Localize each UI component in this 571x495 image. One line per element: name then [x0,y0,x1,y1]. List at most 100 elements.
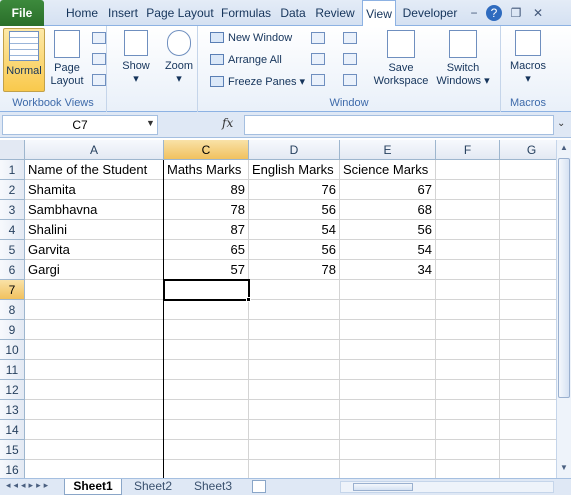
cell-e8[interactable] [340,300,436,320]
cell-g12[interactable] [500,380,556,400]
row-header-10[interactable]: 10 [0,340,25,360]
cell-d13[interactable] [249,400,340,420]
cell-f16[interactable] [436,460,500,478]
cell-c3[interactable]: 78 [164,200,249,220]
cell-g1[interactable] [500,160,556,180]
cell-a12[interactable] [25,380,164,400]
row-header-3[interactable]: 3 [0,200,25,220]
view-side-by-side-icon[interactable] [343,32,357,44]
cell-d11[interactable] [249,360,340,380]
cell-f9[interactable] [436,320,500,340]
cell-c9[interactable] [164,320,249,340]
cell-e14[interactable] [340,420,436,440]
full-screen-icon[interactable] [92,74,106,86]
cell-d12[interactable] [249,380,340,400]
row-header-15[interactable]: 15 [0,440,25,460]
unhide-icon[interactable] [311,74,325,86]
row-header-6[interactable]: 6 [0,260,25,280]
cell-g7[interactable] [500,280,556,300]
new-window-button[interactable]: New Window [210,29,292,47]
cell-g5[interactable] [500,240,556,260]
row-header-7[interactable]: 7 [0,280,25,300]
cell-c11[interactable] [164,360,249,380]
cell-c6[interactable]: 57 [164,260,249,280]
cell-d2[interactable]: 76 [249,180,340,200]
cell-g2[interactable] [500,180,556,200]
cell-d8[interactable] [249,300,340,320]
scroll-up-icon[interactable]: ▲ [558,142,570,154]
cell-d5[interactable]: 56 [249,240,340,260]
synchronous-scrolling-icon[interactable] [343,53,357,65]
row-header-13[interactable]: 13 [0,400,25,420]
cell-a6[interactable]: Gargi [25,260,164,280]
cell-e11[interactable] [340,360,436,380]
cell-g8[interactable] [500,300,556,320]
cell-g4[interactable] [500,220,556,240]
row-header-1[interactable]: 1 [0,160,25,180]
column-header-e[interactable]: E [340,140,436,160]
cell-g6[interactable] [500,260,556,280]
cell-f15[interactable] [436,440,500,460]
cell-f7[interactable] [436,280,500,300]
zoom-button[interactable]: Zoom ▾ [162,30,196,92]
cell-e5[interactable]: 54 [340,240,436,260]
cell-e15[interactable] [340,440,436,460]
cell-d15[interactable] [249,440,340,460]
row-header-8[interactable]: 8 [0,300,25,320]
column-header-d[interactable]: D [249,140,340,160]
tab-view[interactable]: View [362,0,396,27]
cell-c1[interactable]: Maths Marks [164,160,249,180]
cell-a14[interactable] [25,420,164,440]
tab-file[interactable]: File [0,0,44,26]
vertical-scrollbar[interactable]: ▲ ▼ [556,140,571,478]
cell-c16[interactable] [164,460,249,478]
cell-f12[interactable] [436,380,500,400]
sheet-nav-arrows-icon[interactable]: ◂◂◂▸▸▸ [6,480,51,491]
cell-a9[interactable] [25,320,164,340]
cell-a11[interactable] [25,360,164,380]
horizontal-scrollbar[interactable] [340,481,554,493]
insert-worksheet-icon[interactable] [252,480,266,493]
custom-views-icon[interactable] [92,53,106,65]
cell-f2[interactable] [436,180,500,200]
cell-f14[interactable] [436,420,500,440]
row-header-4[interactable]: 4 [0,220,25,240]
cell-a1[interactable]: Name of the Student [25,160,164,180]
row-header-5[interactable]: 5 [0,240,25,260]
cell-g10[interactable] [500,340,556,360]
cell-g3[interactable] [500,200,556,220]
cell-d6[interactable]: 78 [249,260,340,280]
tab-sheet3[interactable]: Sheet3 [186,479,240,495]
show-button[interactable]: Show ▾ [119,30,153,92]
cell-c13[interactable] [164,400,249,420]
cell-f10[interactable] [436,340,500,360]
cell-a4[interactable]: Shalini [25,220,164,240]
cell-a2[interactable]: Shamita [25,180,164,200]
macros-button[interactable]: Macros ▾ [505,30,551,92]
expand-formula-bar-icon[interactable]: ⌄ [557,118,565,129]
row-header-2[interactable]: 2 [0,180,25,200]
cell-f6[interactable] [436,260,500,280]
restore-window-icon[interactable]: ❐ [508,5,524,21]
cell-c10[interactable] [164,340,249,360]
cell-c15[interactable] [164,440,249,460]
cell-a7[interactable] [25,280,164,300]
tab-page-layout[interactable]: Page Layout [146,0,214,26]
cell-f11[interactable] [436,360,500,380]
cell-f3[interactable] [436,200,500,220]
cell-e7[interactable] [340,280,436,300]
cell-e4[interactable]: 56 [340,220,436,240]
column-header-f[interactable]: F [436,140,500,160]
tab-formulas[interactable]: Formulas [220,0,272,26]
vertical-scroll-thumb[interactable] [558,158,570,398]
cell-c14[interactable] [164,420,249,440]
switch-windows-button[interactable]: Switch Windows ▾ [432,30,494,92]
cell-c8[interactable] [164,300,249,320]
cell-g16[interactable] [500,460,556,478]
column-header-g[interactable]: G [500,140,556,160]
row-header-14[interactable]: 14 [0,420,25,440]
arrange-all-button[interactable]: Arrange All [210,51,282,69]
cell-f1[interactable] [436,160,500,180]
cell-f13[interactable] [436,400,500,420]
cell-a3[interactable]: Sambhavna [25,200,164,220]
